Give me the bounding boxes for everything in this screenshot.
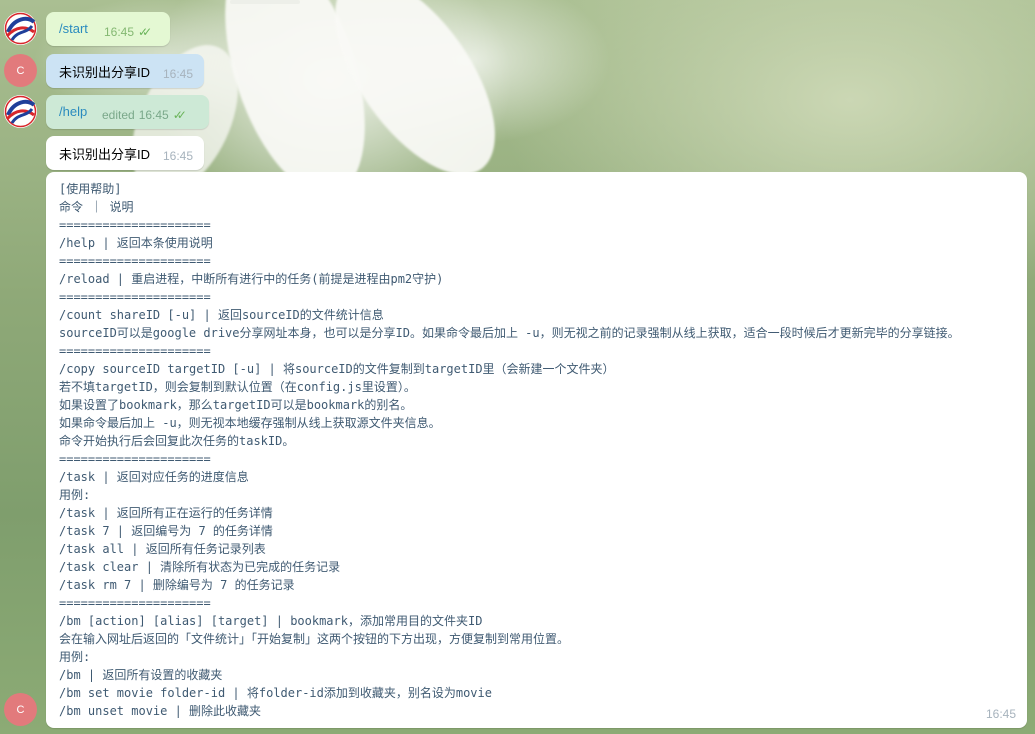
message-text: 未识别出分享ID xyxy=(59,147,151,162)
message-text[interactable]: /start xyxy=(59,21,88,36)
bot-avatar-letter: C xyxy=(16,64,25,77)
bot-avatar-letter: C xyxy=(16,703,25,716)
help-line: /task clear | 清除所有状态为已完成的任务记录 xyxy=(59,560,341,574)
help-line: 如果设置了bookmark，那么targetID可以是bookmark的别名。 xyxy=(59,398,413,412)
help-line: 如果命令最后加上 -u，则无视本地缓存强制从线上获取源文件夹信息。 xyxy=(59,416,441,430)
message-time: 16:45 xyxy=(163,149,194,163)
user-logo-icon xyxy=(4,95,37,128)
message-bubble[interactable]: /start 16:45 ✓✓ xyxy=(46,12,170,46)
help-line: /count shareID [-u] | 返回sourceID的文件统计信息 xyxy=(59,308,384,322)
help-line: 命令开始执行后会回复此次任务的taskID。 xyxy=(59,434,295,448)
help-line: 会在输入网址后返回的「文件统计」「开始复制」这两个按钮的下方出现，方便复制到常用… xyxy=(59,632,570,646)
help-line: ===================== xyxy=(59,596,211,610)
help-line: /task | 返回所有正在运行的任务详情 xyxy=(59,506,273,520)
help-line: 用例: xyxy=(59,488,91,502)
help-line: /help | 返回本条使用说明 xyxy=(59,236,213,250)
message-time: 16:45 xyxy=(163,67,194,81)
help-line: /copy sourceID targetID [-u] | 将sourceID… xyxy=(59,362,615,376)
message-bubble[interactable]: 未识别出分享ID 16:45 xyxy=(46,136,204,170)
help-line: sourceID可以是google drive分享网址本身，也可以是分享ID。如… xyxy=(59,326,960,340)
help-line: 若不填targetID，则会复制到默认位置（在config.js里设置）。 xyxy=(59,380,416,394)
help-line: /task all | 返回所有任务记录列表 xyxy=(59,542,266,556)
help-line: /task 7 | 返回编号为 7 的任务详情 xyxy=(59,524,273,538)
message-time-wrap: 16:45 ✓✓ xyxy=(104,25,152,39)
double-check-icon: ✓✓ xyxy=(138,25,152,39)
help-message-bubble[interactable]: [使用帮助] 命令 ｜ 说明 ===================== /he… xyxy=(46,172,1027,728)
help-line: /bm | 返回所有设置的收藏夹 xyxy=(59,668,223,682)
edited-label: edited xyxy=(102,108,135,122)
double-check-icon: ✓✓ xyxy=(172,108,187,122)
help-line: /task | 返回对应任务的进度信息 xyxy=(59,470,249,484)
user-avatar[interactable] xyxy=(4,95,37,128)
message-time: 16:45 xyxy=(138,108,169,122)
help-line: 用例: xyxy=(59,650,91,664)
user-logo-icon xyxy=(4,12,37,45)
help-line: ===================== xyxy=(59,254,211,268)
help-message-text: [使用帮助] 命令 ｜ 说明 ===================== /he… xyxy=(46,172,1027,720)
help-line: /bm [action] [alias] [target] | bookmark… xyxy=(59,614,483,628)
message-bubble[interactable]: /help edited 16:45 ✓✓ xyxy=(46,95,209,129)
help-line: /bm set movie folder-id | 将folder-id添加到收… xyxy=(59,686,492,700)
help-line: ===================== xyxy=(59,290,211,304)
help-line: /reload | 重启进程，中断所有进行中的任务(前提是进程由pm2守护) xyxy=(59,272,444,286)
message-text[interactable]: /help xyxy=(59,104,87,119)
message-text: 未识别出分享ID xyxy=(59,65,151,80)
help-line: ===================== xyxy=(59,452,211,466)
help-line: ===================== xyxy=(59,218,211,232)
message-time-wrap: edited 16:45 ✓✓ xyxy=(102,108,187,122)
message-bubble[interactable]: 未识别出分享ID 16:45 xyxy=(46,54,204,88)
help-line: 命令 ｜ 说明 xyxy=(59,200,134,214)
user-avatar[interactable] xyxy=(4,12,37,45)
message-time: 16:45 xyxy=(104,25,135,39)
bot-avatar[interactable]: C xyxy=(4,693,37,726)
help-line: /bm unset movie | 删除此收藏夹 xyxy=(59,704,262,718)
message-time: 16:45 xyxy=(985,707,1016,721)
help-line: /task rm 7 | 删除编号为 7 的任务记录 xyxy=(59,578,295,592)
bot-avatar[interactable]: C xyxy=(4,54,37,87)
help-line: [使用帮助] xyxy=(59,182,122,196)
help-line: ===================== xyxy=(59,344,211,358)
